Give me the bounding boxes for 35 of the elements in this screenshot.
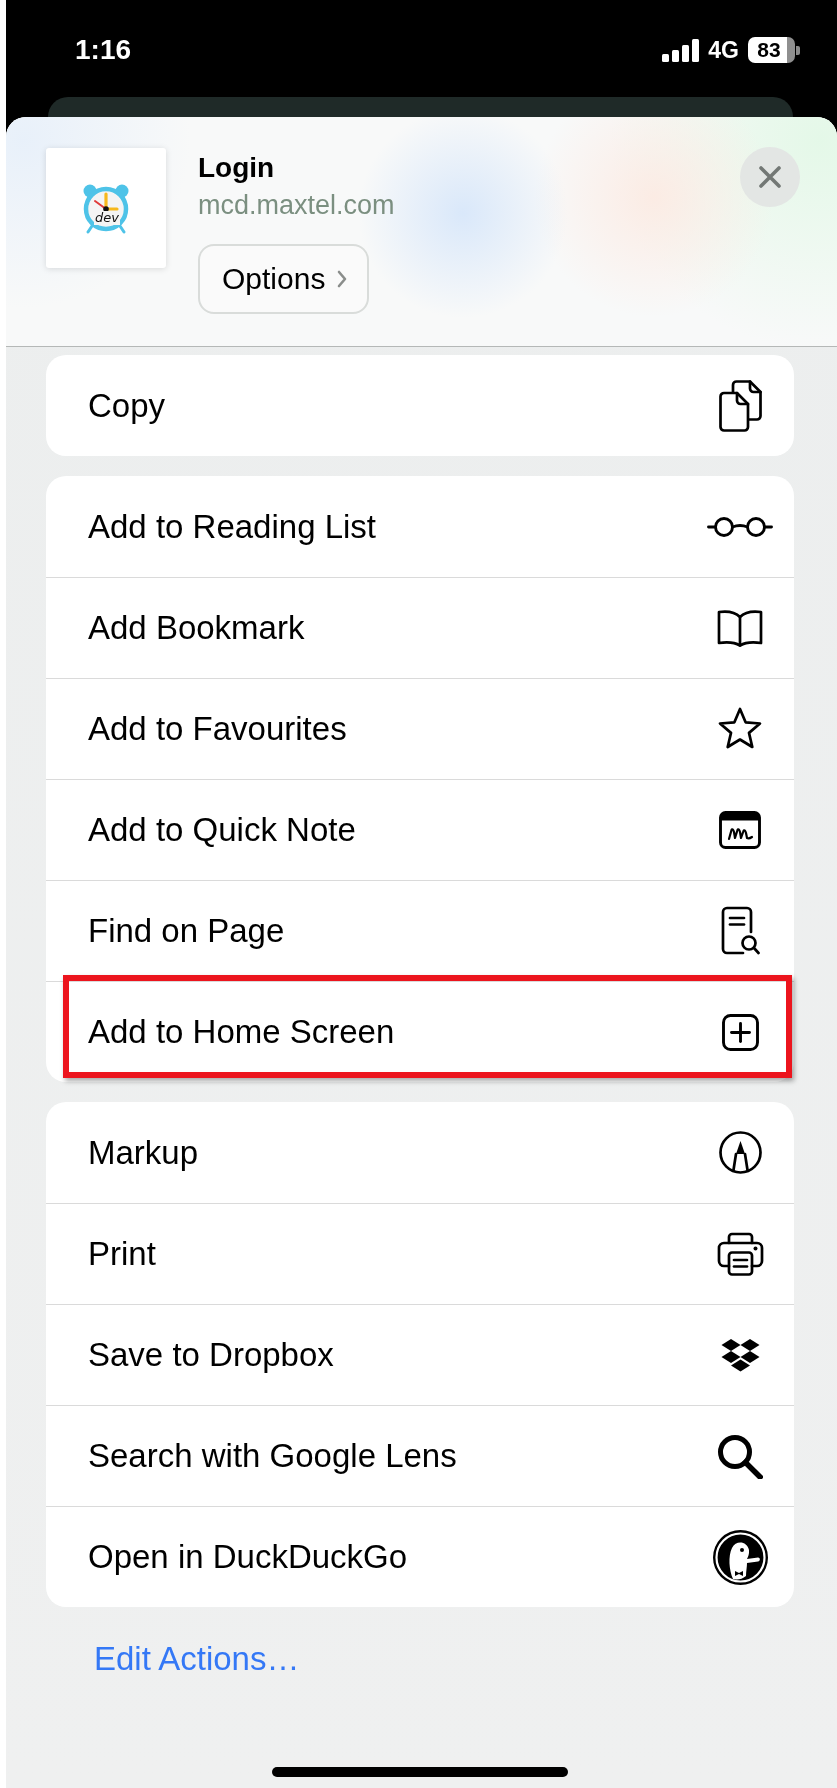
pen-tip-icon <box>718 1131 762 1174</box>
menu-item[interactable]: Add to Favourites <box>46 678 794 779</box>
edit-actions-link[interactable]: Edit Actions… <box>94 1639 300 1679</box>
menu-item[interactable]: Open in DuckDuckGo <box>46 1506 794 1607</box>
menu-item[interactable]: Search with Google Lens <box>46 1405 794 1506</box>
options-button[interactable]: Options <box>198 244 370 314</box>
document-search-icon <box>720 906 760 956</box>
plus-square-icon <box>721 1013 759 1051</box>
menu-item[interactable]: Add to Quick Note <box>46 779 794 880</box>
duck-icon <box>712 1529 768 1585</box>
menu-item[interactable]: Find on Page <box>46 880 794 981</box>
menu-item[interactable]: Save to Dropbox <box>46 1304 794 1405</box>
signal-icon <box>662 38 700 62</box>
search-icon <box>717 1433 763 1479</box>
note-icon <box>719 811 761 849</box>
page-title: Login <box>198 151 275 185</box>
glasses-icon <box>707 515 773 538</box>
menu-item[interactable]: Add to Reading List <box>46 476 794 577</box>
menu-item[interactable]: Copy <box>46 355 794 456</box>
book-icon <box>717 609 763 647</box>
page-url: mcd.maxtel.com <box>198 189 395 222</box>
printer-icon <box>716 1231 764 1277</box>
close-icon <box>759 166 781 188</box>
menu-item[interactable]: Markup <box>46 1102 794 1203</box>
star-icon <box>717 707 763 751</box>
diamond-box-icon <box>720 1338 760 1372</box>
chevron-icon <box>337 270 348 288</box>
network-label: 4G <box>708 36 739 64</box>
app-icon-label: dev <box>94 211 120 225</box>
status-time: 1:16 <box>75 34 132 66</box>
menu-item[interactable]: Print <box>46 1203 794 1304</box>
menu-item[interactable]: Add to Home Screen <box>46 981 794 1082</box>
menu-item[interactable]: Add Bookmark <box>46 577 794 678</box>
copy-icon <box>718 379 762 432</box>
battery-indicator: 83 <box>748 37 800 63</box>
